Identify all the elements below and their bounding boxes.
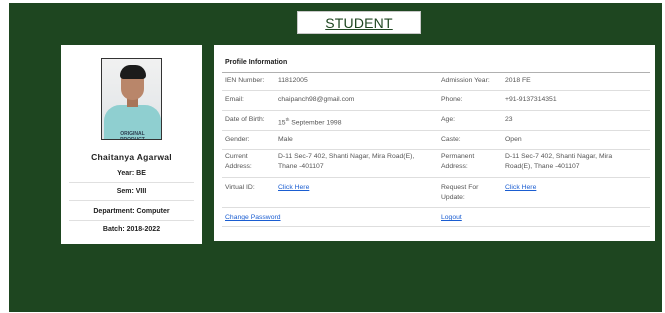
- caste-label: Caste:: [441, 136, 461, 143]
- divider: [222, 177, 650, 178]
- logout-link[interactable]: Logout: [441, 213, 462, 223]
- virtual-id-label: Virtual ID:: [225, 184, 255, 191]
- admission-year-value: 2018 FE: [505, 77, 531, 84]
- page-title: STUDENT PROFILE: [297, 11, 421, 53]
- current-address-label: Current Address:: [225, 153, 252, 170]
- change-password-link[interactable]: Change Password: [225, 213, 281, 223]
- dob-label: Date of Birth:: [225, 116, 265, 123]
- gender-label: Gender:: [225, 136, 250, 143]
- caste-value: Open: [505, 136, 522, 143]
- gender-value: Male: [278, 136, 293, 143]
- phone-value: +91-9137314351: [505, 96, 557, 103]
- divider: [222, 110, 650, 111]
- ien-label: IEN Number:: [225, 77, 265, 84]
- permanent-address-value: D-11 Sec-7 402, Shanti Nagar, Mira Road(E…: [505, 153, 613, 170]
- profile-information-card: Profile Information IEN Number: 11812005…: [214, 45, 655, 241]
- divider: [222, 72, 650, 73]
- student-photo: ORIGINAL PRODUCT: [101, 58, 162, 140]
- student-summary-card: ORIGINAL PRODUCT Chaitanya Agarwal Year:…: [61, 45, 202, 244]
- age-label: Age:: [441, 116, 455, 123]
- photo-shirt-text: ORIGINAL PRODUCT: [120, 131, 145, 140]
- ien-value: 11812005: [278, 77, 308, 84]
- phone-label: Phone:: [441, 96, 463, 103]
- current-address-value: D-11 Sec-7 402, Shanti Nagar, Mira Road(…: [278, 153, 415, 170]
- divider: [222, 226, 650, 227]
- student-name: Chaitanya Agarwal: [91, 152, 172, 162]
- dob-value: 15th September 1998: [278, 117, 342, 127]
- email-value: chaipanch98@gmail.com: [278, 96, 355, 103]
- age-value: 23: [505, 116, 513, 123]
- permanent-address-label: Permanent Address:: [441, 153, 475, 170]
- divider: [222, 207, 650, 208]
- divider: [69, 200, 194, 201]
- profile-section-title: Profile Information: [225, 59, 288, 66]
- request-update-label: Request For Update:: [441, 184, 479, 201]
- request-update-link[interactable]: Click Here: [505, 183, 536, 193]
- page-background: STUDENT PROFILE ORIGINAL PRODUCT Chaitan…: [9, 3, 662, 312]
- student-year: Year: BE: [117, 170, 146, 177]
- divider: [222, 149, 650, 150]
- admission-year-label: Admission Year:: [441, 77, 490, 84]
- divider: [69, 220, 194, 221]
- student-department: Department: Computer: [93, 208, 170, 215]
- divider: [222, 130, 650, 131]
- student-batch: Batch: 2018-2022: [102, 226, 161, 233]
- email-label: Email:: [225, 96, 244, 103]
- divider: [222, 90, 650, 91]
- student-sem: Sem: VIII: [116, 188, 147, 195]
- virtual-id-link[interactable]: Click Here: [278, 183, 309, 193]
- divider: [69, 182, 194, 183]
